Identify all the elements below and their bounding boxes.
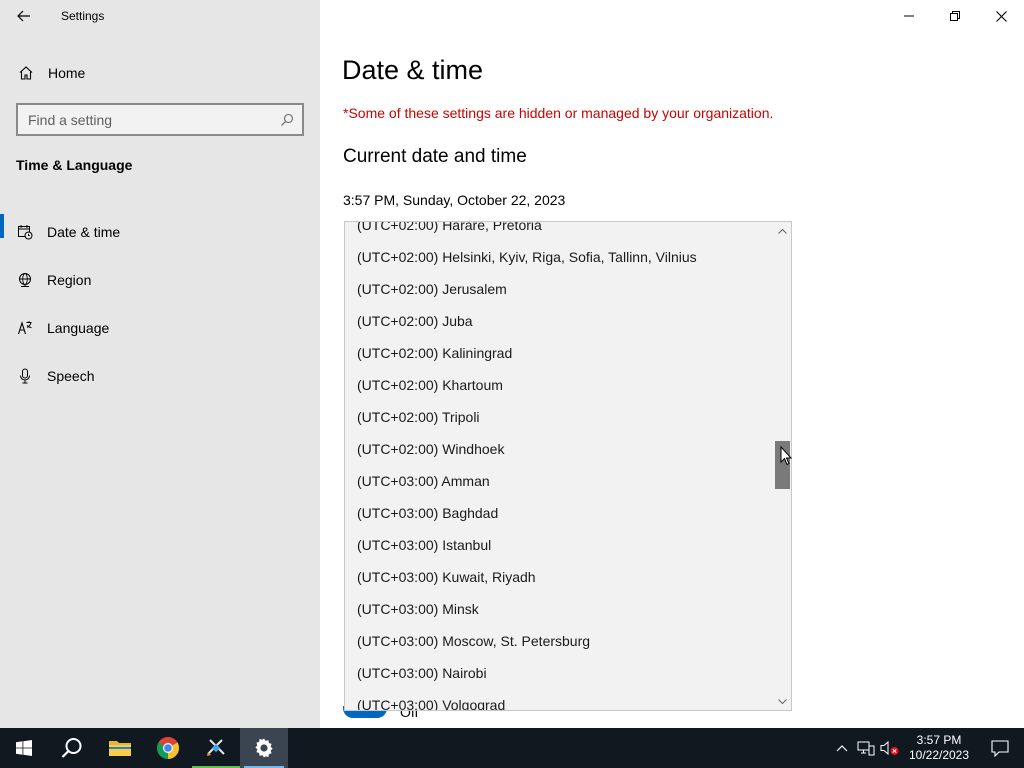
taskbar-time: 3:57 PM <box>916 733 962 747</box>
timezone-option[interactable]: (UTC+02:00) Helsinki, Kyiv, Riga, Sofia,… <box>345 241 775 273</box>
section-heading: Current date and time <box>343 146 527 167</box>
windows-logo-icon <box>16 740 32 756</box>
globe-icon <box>16 271 34 289</box>
title-bar: Settings <box>0 0 320 32</box>
current-datetime: 3:57 PM, Sunday, October 22, 2023 <box>343 192 566 208</box>
network-icon <box>857 741 875 756</box>
start-button[interactable] <box>0 728 48 768</box>
timezone-options: (UTC+02:00) Harare, Pretoria (UTC+02:00) … <box>345 222 775 710</box>
timezone-option[interactable]: (UTC+02:00) Jerusalem <box>345 273 775 305</box>
timezone-option[interactable]: (UTC+02:00) Harare, Pretoria <box>345 222 775 241</box>
network-button[interactable] <box>854 728 878 768</box>
timezone-option[interactable]: (UTC+03:00) Moscow, St. Petersburg <box>345 625 775 657</box>
chevron-up-icon <box>836 745 848 752</box>
pinned-app-button[interactable] <box>192 728 240 768</box>
home-label: Home <box>48 65 86 81</box>
page-title: Date & time <box>342 55 484 85</box>
search-taskbar-button[interactable] <box>48 728 96 768</box>
sidebar-nav: Date & time Region Language Speech <box>0 208 320 400</box>
mouse-pointer-icon <box>780 446 792 466</box>
sidebar-item-label: Region <box>47 272 92 288</box>
system-tray: 3:57 PM 10/22/2023 <box>830 728 1024 768</box>
minimize-icon <box>904 15 914 17</box>
restore-button[interactable] <box>932 0 978 32</box>
restore-icon <box>950 11 960 21</box>
sidebar: Settings Home Time & Language Date & tim… <box>0 0 320 728</box>
timezone-option[interactable]: (UTC+03:00) Kuwait, Riyadh <box>345 561 775 593</box>
timezone-option[interactable]: (UTC+03:00) Nairobi <box>345 657 775 689</box>
taskbar-date: 10/22/2023 <box>908 748 970 762</box>
show-hidden-icons-button[interactable] <box>830 728 854 768</box>
managed-warning: *Some of these settings are hidden or ma… <box>343 105 774 121</box>
chrome-button[interactable] <box>144 728 192 768</box>
search-icon <box>61 738 82 758</box>
sidebar-item-label: Date & time <box>47 224 121 240</box>
scrollbar[interactable] <box>774 222 791 710</box>
search-field[interactable] <box>16 103 304 136</box>
microphone-icon <box>16 367 34 385</box>
notification-icon <box>991 739 1009 757</box>
minimize-button[interactable] <box>886 0 932 32</box>
timezone-option[interactable]: (UTC+02:00) Windhoek <box>345 433 775 465</box>
timezone-option[interactable]: (UTC+03:00) Baghdad <box>345 497 775 529</box>
home-icon <box>17 64 35 82</box>
scroll-down-button[interactable] <box>774 693 791 710</box>
close-button[interactable] <box>978 0 1024 32</box>
search-icon[interactable] <box>272 105 302 134</box>
volume-muted-icon <box>880 740 899 756</box>
search-input[interactable] <box>18 105 272 134</box>
app-icon <box>207 739 225 756</box>
close-icon <box>995 10 1007 22</box>
timezone-option[interactable]: (UTC+03:00) Minsk <box>345 593 775 625</box>
sidebar-item-label: Language <box>47 320 110 336</box>
app-title: Settings <box>61 9 105 23</box>
taskbar-clock[interactable]: 3:57 PM 10/22/2023 <box>902 733 976 763</box>
timezone-dropdown-list[interactable]: (UTC+02:00) Harare, Pretoria (UTC+02:00) … <box>344 221 792 711</box>
timezone-option[interactable]: (UTC+03:00) Volgograd <box>345 689 775 710</box>
timezone-option[interactable]: (UTC+02:00) Juba <box>345 305 775 337</box>
sidebar-item-region[interactable]: Region <box>0 256 320 304</box>
timezone-option[interactable]: (UTC+02:00) Kaliningrad <box>345 337 775 369</box>
calendar-clock-icon <box>16 223 34 241</box>
timezone-option[interactable]: (UTC+03:00) Istanbul <box>345 529 775 561</box>
action-center-button[interactable] <box>976 728 1024 768</box>
timezone-option[interactable]: (UTC+02:00) Tripoli <box>345 401 775 433</box>
sidebar-item-date-time[interactable]: Date & time <box>0 208 320 256</box>
chevron-down-icon <box>778 698 787 704</box>
section-label: Time & Language <box>16 157 133 173</box>
sidebar-item-home[interactable]: Home <box>0 57 320 89</box>
scroll-up-button[interactable] <box>774 222 791 239</box>
taskbar: 3:57 PM 10/22/2023 <box>0 728 1024 768</box>
timezone-option[interactable]: (UTC+03:00) Amman <box>345 465 775 497</box>
chevron-up-icon <box>778 228 787 234</box>
volume-button[interactable] <box>878 728 902 768</box>
timezone-option[interactable]: (UTC+02:00) Khartoum <box>345 369 775 401</box>
back-arrow-icon <box>17 10 30 22</box>
back-button[interactable] <box>0 0 48 32</box>
file-explorer-button[interactable] <box>96 728 144 768</box>
language-icon <box>16 319 34 337</box>
settings-taskbar-button[interactable] <box>240 728 288 768</box>
folder-icon <box>109 741 131 756</box>
sidebar-item-label: Speech <box>47 368 95 384</box>
gear-icon <box>255 738 273 758</box>
chrome-icon <box>157 737 179 759</box>
sidebar-item-speech[interactable]: Speech <box>0 352 320 400</box>
sidebar-item-language[interactable]: Language <box>0 304 320 352</box>
